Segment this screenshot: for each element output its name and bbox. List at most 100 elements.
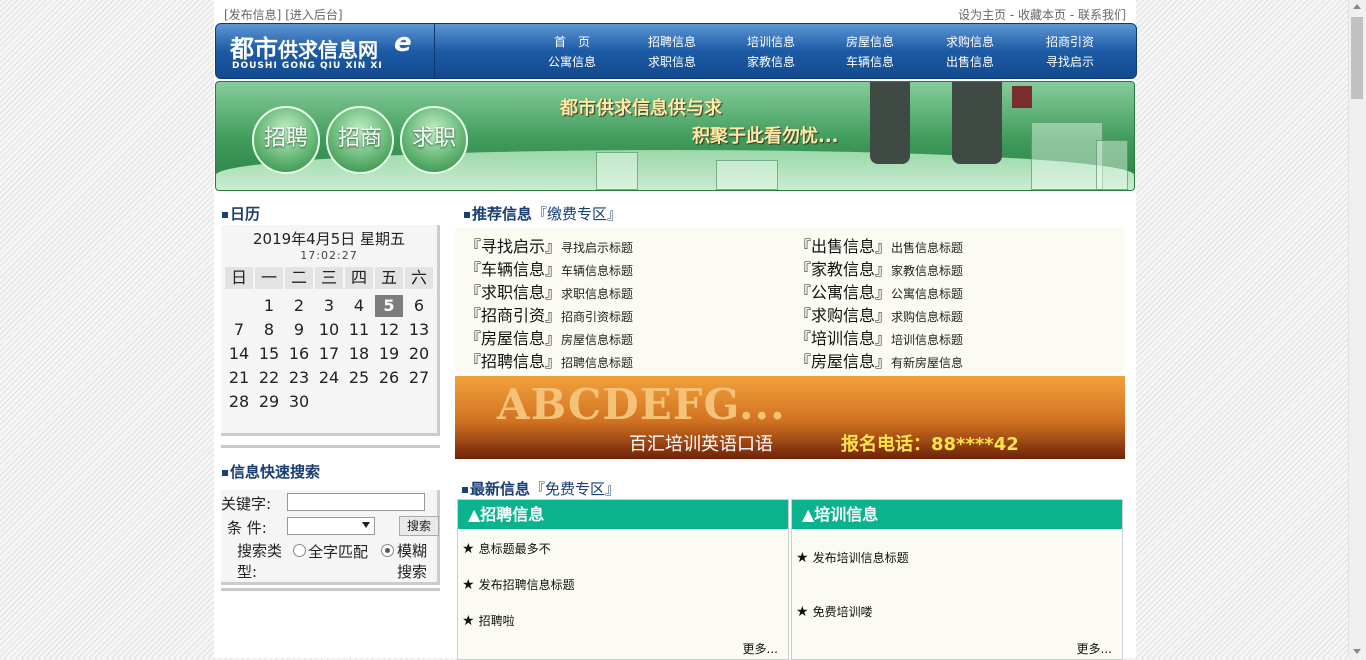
nav-item-sale[interactable]: 出售信息	[934, 53, 1006, 70]
recommend-item[interactable]: 『培训信息』培训信息标题	[795, 325, 963, 349]
calendar-day[interactable]: 14	[225, 343, 253, 365]
calendar-day[interactable]: 30	[285, 391, 313, 413]
calendar-day[interactable]: 4	[345, 295, 373, 317]
calendar-day[interactable]: 24	[315, 367, 343, 389]
more-link[interactable]: 更多...	[743, 640, 778, 657]
exact-match-radio[interactable]	[293, 544, 306, 557]
recommend-title-text: 培训信息标题	[891, 333, 964, 347]
nav-item-home[interactable]: 首 页	[536, 33, 608, 50]
logo-e-mark: e	[394, 28, 412, 58]
recommend-list: 『寻找启示』寻找启示标题 『车辆信息』车辆信息标题 『求职信息』求职信息标题 『招商引…	[455, 228, 1125, 373]
list-item[interactable]: ★ 招聘啦	[462, 612, 515, 629]
logo-english-text: DOUSHI GONG QIU XIN XI	[232, 61, 383, 71]
top-right-links[interactable]: 设为主页 - 收藏本页 - 联系我们	[958, 6, 1126, 23]
recommend-title-text: 家教信息标题	[891, 264, 964, 278]
recommend-item[interactable]: 『求购信息』求购信息标题	[795, 302, 963, 326]
calendar-day[interactable]: 10	[315, 319, 343, 341]
hero-banner: 招聘 招商 求职 都市供求信息供与求 积聚于此看勿忧...	[215, 81, 1135, 191]
recommend-item[interactable]: 『家教信息』家教信息标题	[795, 256, 963, 280]
nav-item-investment[interactable]: 招商引资	[1034, 33, 1106, 50]
calendar-day[interactable]: 18	[345, 343, 373, 365]
site-header: 都市供求信息网 DOUSHI GONG QIU XIN XI e 首 页 招聘信…	[215, 23, 1137, 79]
recommend-item[interactable]: 『房屋信息』房屋信息标题	[465, 325, 633, 349]
exact-match-label: 全字匹配	[308, 543, 369, 561]
investment-bubble[interactable]: 招商	[326, 106, 394, 174]
chevron-down-icon	[362, 522, 370, 528]
recommend-item[interactable]: 『出售信息』出售信息标题	[795, 233, 963, 257]
calendar-day[interactable]: 23	[285, 367, 313, 389]
search-title: 信息快速搜索	[222, 461, 320, 482]
scroll-up-icon[interactable]	[1353, 4, 1361, 9]
calendar-day[interactable]: 17	[315, 343, 343, 365]
calendar-day[interactable]: 25	[345, 367, 373, 389]
recruit-bubble[interactable]: 招聘	[252, 106, 320, 174]
square-bullet-icon	[222, 469, 228, 476]
calendar-day[interactable]: 28	[225, 391, 253, 413]
more-link[interactable]: 更多...	[1077, 640, 1112, 657]
recruit-box-header: ▲招聘信息	[458, 500, 788, 529]
nav-item-lost-found[interactable]: 寻找启示	[1034, 53, 1106, 70]
ad-phone-text: 报名电话：88****42	[841, 434, 1019, 455]
scroll-down-icon[interactable]	[1353, 649, 1361, 654]
nav-item-housing[interactable]: 房屋信息	[834, 33, 906, 50]
calendar-day[interactable]: 12	[375, 319, 403, 341]
recommend-item[interactable]: 『招商引资』招商引资标题	[465, 302, 633, 326]
list-item[interactable]: ★ 发布培训信息标题	[796, 549, 909, 566]
calendar-day[interactable]: 7	[225, 319, 253, 341]
jobseek-bubble[interactable]: 求职	[400, 106, 468, 174]
calendar-day[interactable]: 29	[255, 391, 283, 413]
calendar-day[interactable]: 16	[285, 343, 313, 365]
list-item[interactable]: ★ 息标题最多不	[462, 540, 551, 557]
list-item[interactable]: ★ 发布招聘信息标题	[462, 576, 575, 593]
condition-select[interactable]	[287, 517, 375, 535]
scrollbar-thumb[interactable]	[1351, 17, 1363, 99]
nav-item-vehicle[interactable]: 车辆信息	[834, 53, 906, 70]
calendar-day[interactable]: 3	[315, 295, 343, 317]
recommend-item[interactable]: 『公寓信息』公寓信息标题	[795, 279, 963, 303]
admin-link[interactable]: [进入后台]	[285, 8, 342, 22]
nav-item-tutor[interactable]: 家教信息	[735, 53, 807, 70]
search-button[interactable]: 搜索	[399, 516, 439, 536]
keyword-input[interactable]	[287, 493, 425, 511]
calendar-day[interactable]: 11	[345, 319, 373, 341]
building-illustration	[716, 160, 778, 190]
site-logo[interactable]: 都市供求信息网 DOUSHI GONG QIU XIN XI e	[216, 24, 435, 78]
recommend-item[interactable]: 『求职信息』求职信息标题	[465, 279, 633, 303]
ad-banner[interactable]: ABCDEFG... 百汇培训英语口语 报名电话：88****42	[455, 376, 1125, 459]
calendar-day[interactable]: 20	[405, 343, 433, 365]
calendar-day[interactable]: 15	[255, 343, 283, 365]
recommend-category: 『招聘信息』	[465, 352, 562, 371]
calendar-day[interactable]: 8	[255, 319, 283, 341]
banner-slogan-1: 都市供求信息供与求	[560, 98, 722, 119]
calendar-day[interactable]: 2	[285, 295, 313, 317]
calendar-day[interactable]: 27	[405, 367, 433, 389]
recommend-title-text: 车辆信息标题	[561, 264, 634, 278]
calendar-widget: 2019年4月5日 星期五 17:02:27 日一二三四五六1234567891…	[221, 225, 440, 436]
calendar-day[interactable]: 13	[405, 319, 433, 341]
nav-item-training[interactable]: 培训信息	[735, 33, 807, 50]
recommend-item[interactable]: 『招聘信息』招聘信息标题	[465, 348, 633, 372]
nav-item-purchase[interactable]: 求购信息	[934, 33, 1006, 50]
calendar-day[interactable]: 26	[375, 367, 403, 389]
post-info-link[interactable]: [发布信息]	[224, 8, 281, 22]
calendar-day[interactable]: 21	[225, 367, 253, 389]
recommend-item[interactable]: 『车辆信息』车辆信息标题	[465, 256, 633, 280]
list-item[interactable]: ★ 免费培训喽	[796, 603, 873, 620]
recommend-category: 『公寓信息』	[795, 283, 892, 302]
nav-item-apartment[interactable]: 公寓信息	[536, 53, 608, 70]
nav-item-jobseek[interactable]: 求职信息	[636, 53, 708, 70]
recommend-item[interactable]: 『房屋信息』有新房屋信息	[795, 348, 963, 372]
calendar-day[interactable]: 22	[255, 367, 283, 389]
calendar-day[interactable]: 9	[285, 319, 313, 341]
fuzzy-search-radio[interactable]	[381, 544, 394, 557]
recommend-item[interactable]: 『寻找启示』寻找启示标题	[465, 233, 633, 257]
vertical-scrollbar[interactable]	[1348, 0, 1366, 658]
calendar-day[interactable]: 6	[405, 295, 433, 317]
recommend-title-text: 房屋信息标题	[561, 333, 634, 347]
calendar-today[interactable]: 5	[375, 295, 403, 317]
recommend-category: 『招商引资』	[465, 306, 562, 325]
nav-item-recruit[interactable]: 招聘信息	[636, 33, 708, 50]
weekday-header: 四	[345, 267, 373, 289]
calendar-day[interactable]: 19	[375, 343, 403, 365]
calendar-day[interactable]: 1	[255, 295, 283, 317]
